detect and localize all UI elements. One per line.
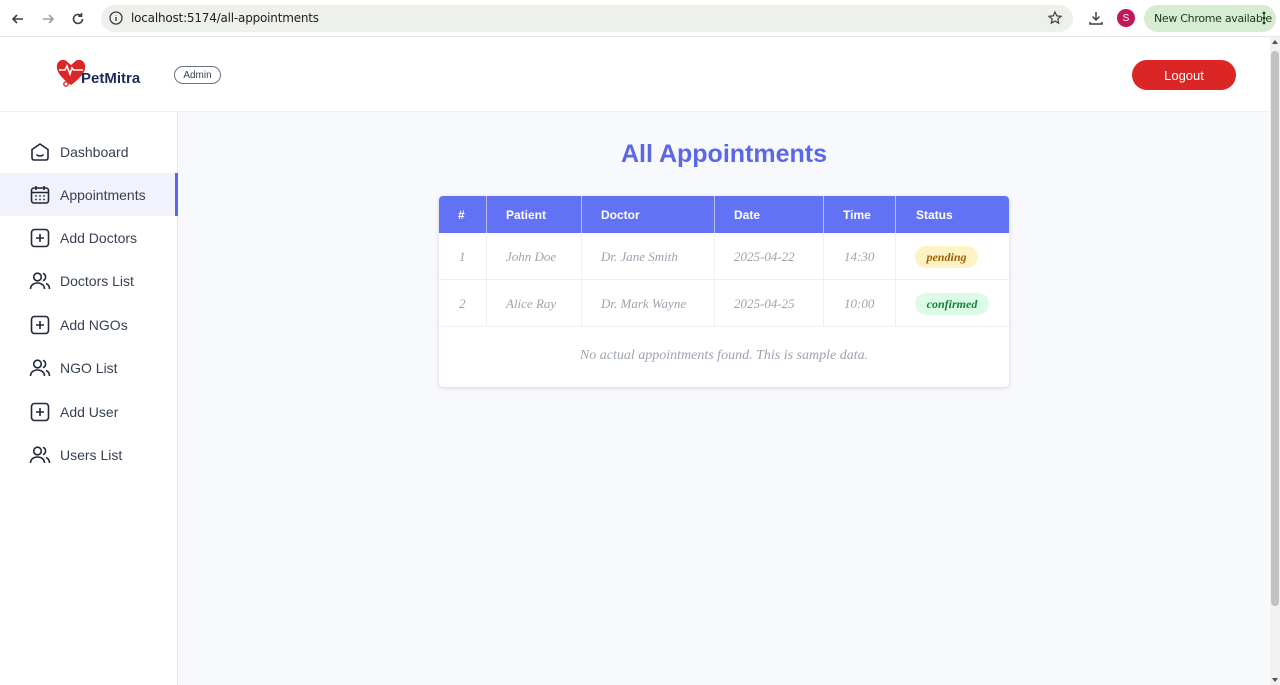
browser-toolbar: localhost:5174/all-appointments S New Ch… [0,0,1280,37]
status-badge: confirmed [915,293,989,315]
sidebar-item-doctors-list[interactable]: Doctors List [0,259,178,302]
logout-button[interactable]: Logout [1132,60,1236,90]
reload-icon[interactable] [67,8,89,30]
sidebar-item-users-list[interactable]: Users List [0,433,178,476]
plus-square-icon [29,314,51,336]
users-icon [29,357,51,379]
column-header-doctor: Doctor [601,207,640,222]
empty-state-note: No actual appointments found. This is sa… [579,348,869,363]
chrome-update-button[interactable]: New Chrome available [1144,5,1276,32]
cell-time: 10:00 [844,295,875,311]
table-header: # Patient Doctor Date Time Status [439,196,1009,233]
download-icon[interactable] [1087,9,1105,27]
appointments-table: # Patient Doctor Date Time Status 1 John… [439,196,1009,387]
sidebar-item-add-user[interactable]: Add User [0,390,178,433]
cell-doctor: Dr. Mark Wayne [601,295,687,311]
sidebar-item-dashboard[interactable]: Dashboard [0,130,178,173]
sidebar-item-label: Add NGOs [60,317,128,333]
sidebar-item-ngo-list[interactable]: NGO List [0,346,178,389]
cell-date: 2025-04-22 [734,248,795,264]
sidebar-item-label: Dashboard [60,144,129,160]
table-row: 2 Alice Ray Dr. Mark Wayne 2025-04-25 10… [439,280,1009,327]
users-icon [29,444,51,466]
cell-number: 2 [459,295,466,311]
column-header-date: Date [734,207,761,222]
status-badge: pending [915,246,978,268]
plus-square-icon [29,227,51,249]
table-row: 1 John Doe Dr. Jane Smith 2025-04-22 14:… [439,233,1009,280]
role-badge: Admin [174,66,221,84]
scroll-down-icon[interactable] [1272,678,1278,682]
bookmark-star-icon[interactable] [1047,10,1063,26]
update-label: New Chrome available [1154,12,1272,25]
calendar-icon [29,184,51,206]
column-header-time: Time [843,207,871,222]
app-header: PetMitra Admin Logout [0,37,1270,112]
back-icon[interactable] [7,8,29,30]
sidebar-item-appointments[interactable]: Appointments [0,173,178,216]
cell-doctor: Dr. Jane Smith [601,248,678,264]
sidebar-item-label: Appointments [60,187,146,203]
cell-patient: Alice Ray [506,295,557,311]
main-content: All Appointments # Patient Doctor Date T… [178,112,1270,685]
column-header-status: Status [916,207,953,222]
menu-dots-icon[interactable] [1262,11,1266,25]
site-info-icon[interactable] [108,10,124,26]
sidebar: Dashboard Appointments Add Doctors Docto… [0,112,178,685]
cell-date: 2025-04-25 [734,295,795,311]
address-bar[interactable]: localhost:5174/all-appointments [101,5,1073,32]
url-text: localhost:5174/all-appointments [131,11,319,25]
home-icon [29,141,51,163]
page-scrollbar[interactable] [1270,37,1280,685]
sidebar-item-label: NGO List [60,360,118,376]
sidebar-item-label: Add Doctors [60,230,138,246]
sidebar-item-label: Doctors List [60,273,134,289]
cell-patient: John Doe [506,248,557,264]
cell-number: 1 [459,248,466,264]
column-header-patient: Patient [506,207,547,222]
sidebar-item-add-doctors[interactable]: Add Doctors [0,216,178,259]
column-header-number: # [458,207,465,222]
sidebar-item-label: Users List [60,447,123,463]
sidebar-item-label: Add User [60,404,119,420]
plus-square-icon [29,401,51,423]
sidebar-item-add-ngos[interactable]: Add NGOs [0,303,178,346]
forward-icon[interactable] [37,8,59,30]
profile-avatar[interactable]: S [1117,9,1135,27]
page-title: All Appointments [620,140,827,168]
scroll-up-icon[interactable] [1272,40,1278,44]
brand-name: PetMitra [81,70,141,87]
cell-time: 14:30 [844,248,875,264]
scrollbar-thumb[interactable] [1271,51,1279,606]
users-icon [29,270,51,292]
